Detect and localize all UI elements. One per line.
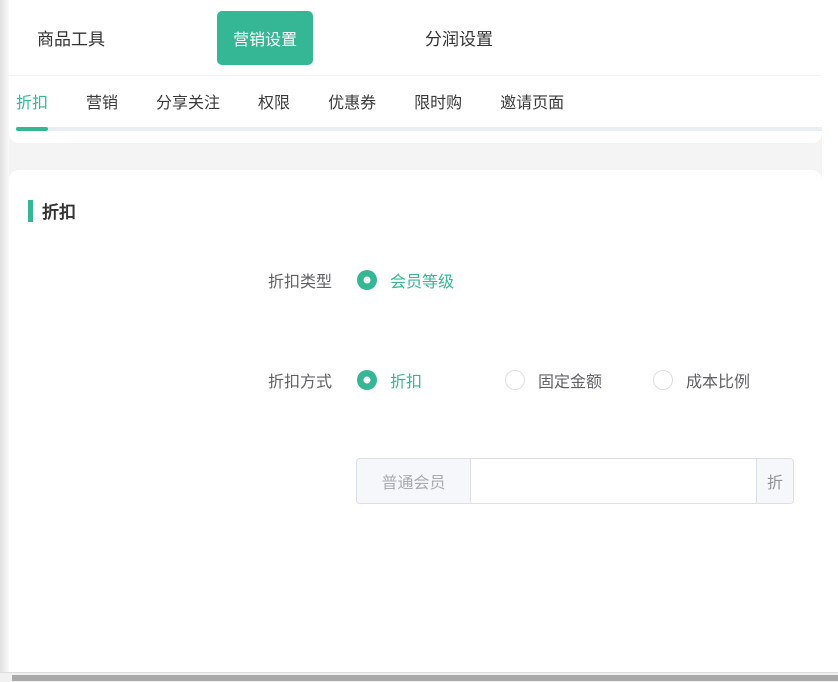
- settings-page: 商品工具 营销设置 分润设置 折扣 营销 分享关注 权限 优惠券 限时购 邀请页…: [9, 0, 822, 672]
- member-discount-input-row: 普通会员 折: [9, 458, 822, 504]
- radio-selected-icon: [357, 270, 377, 290]
- section-title: 折扣: [42, 198, 76, 223]
- tab-product-tools[interactable]: 商品工具: [37, 25, 105, 50]
- discount-type-label: 折扣类型: [9, 268, 332, 292]
- top-tab-bar: 商品工具 营销设置 分润设置: [9, 0, 822, 76]
- subtab-flash-sale[interactable]: 限时购: [414, 89, 462, 111]
- subtab-marketing[interactable]: 营销: [86, 89, 118, 111]
- radio-selected-icon: [357, 370, 377, 390]
- radio-cost-ratio[interactable]: 成本比例: [653, 368, 750, 392]
- radio-label: 会员等级: [390, 268, 454, 292]
- subtab-share-follow[interactable]: 分享关注: [156, 89, 220, 111]
- discount-method-label: 折扣方式: [9, 368, 332, 392]
- discount-panel: 折扣 折扣类型 会员等级 折扣方式 折扣 固定金额: [9, 170, 822, 672]
- radio-member-level[interactable]: 会员等级: [357, 268, 454, 292]
- sub-tab-bar: 折扣 营销 分享关注 权限 优惠券 限时购 邀请页面: [9, 76, 822, 143]
- discount-method-options: 折扣 固定金额 成本比例: [357, 368, 750, 392]
- section-accent-bar: [28, 200, 33, 222]
- radio-unselected-icon: [653, 370, 673, 390]
- section-header: 折扣: [28, 198, 822, 223]
- input-suffix-label: 折: [756, 459, 793, 503]
- discount-type-options: 会员等级: [357, 268, 454, 292]
- radio-label: 成本比例: [686, 368, 750, 392]
- input-prefix-label: 普通会员: [357, 459, 471, 503]
- subtab-permissions[interactable]: 权限: [258, 89, 290, 111]
- tabs-card: 商品工具 营销设置 分润设置 折扣 营销 分享关注 权限 优惠券 限时购 邀请页…: [9, 0, 822, 143]
- discount-type-row: 折扣类型 会员等级: [9, 268, 822, 292]
- subtab-invite-page[interactable]: 邀请页面: [500, 89, 564, 111]
- radio-discount[interactable]: 折扣: [357, 368, 505, 392]
- member-discount-input-group: 普通会员 折: [356, 458, 794, 504]
- radio-fixed-amount[interactable]: 固定金额: [505, 368, 653, 392]
- radio-label: 折扣: [390, 368, 422, 392]
- horizontal-scrollbar[interactable]: [0, 672, 838, 682]
- horizontal-scrollbar-thumb[interactable]: [12, 675, 838, 681]
- radio-label: 固定金额: [538, 368, 602, 392]
- left-edge-scrollbar[interactable]: [0, 0, 9, 672]
- sub-tab-track: [16, 127, 822, 131]
- subtab-coupons[interactable]: 优惠券: [328, 89, 376, 111]
- tab-marketing-settings[interactable]: 营销设置: [217, 11, 313, 65]
- tab-profit-settings[interactable]: 分润设置: [425, 25, 493, 50]
- subtab-discount[interactable]: 折扣: [16, 89, 48, 111]
- discount-value-input[interactable]: [471, 459, 756, 503]
- radio-unselected-icon: [505, 370, 525, 390]
- discount-method-row: 折扣方式 折扣 固定金额 成本比例: [9, 368, 822, 392]
